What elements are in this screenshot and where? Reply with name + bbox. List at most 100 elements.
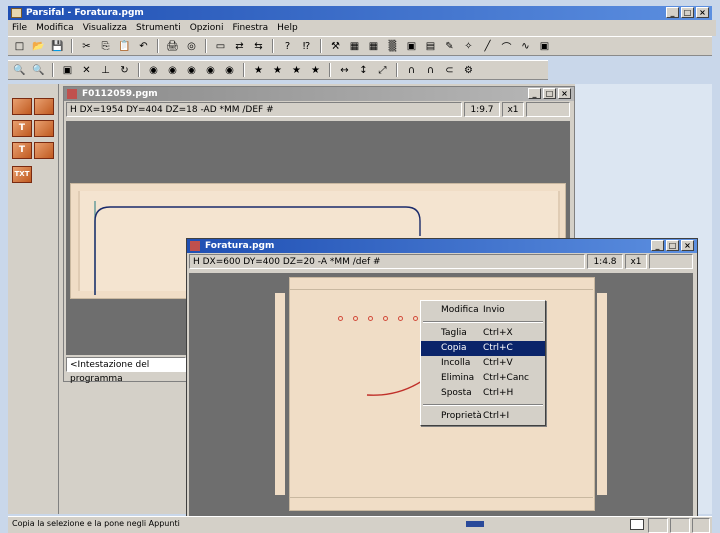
window2-zoom: x1	[625, 254, 647, 269]
menu-file[interactable]: File	[12, 20, 27, 36]
close-button[interactable]: ×	[696, 7, 709, 18]
status-panel	[648, 518, 668, 533]
menu-visualizza[interactable]: Visualizza	[83, 20, 127, 36]
tool-thread-icon[interactable]: T	[12, 142, 32, 159]
help-icon[interactable]: ?	[280, 39, 295, 53]
mirror-x-icon[interactable]: ↔	[337, 63, 352, 77]
new-icon[interactable]: □	[12, 39, 27, 53]
context-item-incolla[interactable]: Incolla Ctrl+V	[421, 356, 545, 371]
mill2-icon[interactable]: ★	[270, 63, 285, 77]
window2-maximize-button[interactable]: □	[666, 240, 679, 251]
window2-minimize-button[interactable]: _	[651, 240, 664, 251]
toolbar-separator	[396, 63, 398, 77]
window2-header-field[interactable]: H DX=600 DY=400 DZ=20 -A *MM /def #	[189, 254, 585, 269]
context-item-taglia[interactable]: Taglia Ctrl+X	[421, 326, 545, 341]
menu-help[interactable]: Help	[277, 20, 298, 36]
hole5-icon[interactable]: ◉	[222, 63, 237, 77]
context-item-sposta[interactable]: Sposta Ctrl+H	[421, 386, 545, 401]
mirror-xy-icon[interactable]: ⤢	[375, 63, 390, 77]
whatsthis-icon[interactable]: ⁉	[299, 39, 314, 53]
window1-titlebar[interactable]: F0112059.pgm _ □ ×	[64, 87, 574, 101]
context-item-copia[interactable]: Copia Ctrl+C	[421, 341, 545, 356]
open-icon[interactable]: 📂	[31, 39, 46, 53]
menu-finestra[interactable]: Finestra	[232, 20, 268, 36]
context-item-elimina[interactable]: Elimina Ctrl+Canc	[421, 371, 545, 386]
menu-opzioni[interactable]: Opzioni	[190, 20, 224, 36]
maximize-button[interactable]: □	[681, 7, 694, 18]
tool-text-icon[interactable]: TXT	[12, 166, 32, 183]
code-icon[interactable]: ⚙	[461, 63, 476, 77]
arc-icon[interactable]: ⌒	[499, 39, 514, 54]
zoom-out-icon[interactable]: 🔍	[31, 63, 46, 77]
tool-tap-icon[interactable]: T	[12, 120, 32, 137]
tool-drill-top-icon[interactable]	[12, 98, 32, 115]
measure-icon[interactable]: ▦	[347, 39, 362, 53]
print-icon[interactable]: 🖨	[165, 39, 180, 53]
arc-b-icon[interactable]: ∩	[423, 63, 438, 77]
window2-titlebar[interactable]: Foratura.pgm _ □ ×	[187, 239, 697, 253]
shape-icon[interactable]: ✧	[461, 39, 476, 53]
zoom-in-icon[interactable]: 🔍	[12, 63, 27, 77]
grid-icon[interactable]: ▦	[366, 39, 381, 53]
page-icon[interactable]: ▤	[423, 39, 438, 53]
line-icon[interactable]: ╱	[480, 39, 495, 53]
window1-footer: <Intestazione del programma	[66, 357, 186, 384]
mill1-icon[interactable]: ★	[251, 63, 266, 77]
tool-drill-side-icon[interactable]	[34, 98, 54, 115]
standard-toolbar: □ 📂 💾 ✂ ⎘ 📋 ↶ 🖨 ◎ ▭ ⇄ ⇆? ⁉ ⚒ ▦ ▦ ▒ ▣ ▤ ✎ ✧ ╱ ⌒ ∿ ▣	[8, 36, 712, 56]
transfer2-icon[interactable]: ⇆	[251, 39, 266, 53]
menu-bar: File Modifica Visualizza Strumenti Opzio…	[8, 20, 716, 36]
window1-maximize-button[interactable]: □	[543, 88, 556, 99]
menu-separator	[423, 321, 543, 323]
disk-icon[interactable]: ▣	[404, 39, 419, 53]
hole3-icon[interactable]: ◉	[184, 63, 199, 77]
menu-modifica[interactable]: Modifica	[36, 20, 74, 36]
rotate-icon[interactable]: ↻	[117, 63, 132, 77]
paste-icon[interactable]: 📋	[117, 39, 132, 53]
curve-icon[interactable]: ∿	[518, 39, 533, 53]
mill4-icon[interactable]: ★	[308, 63, 323, 77]
toolbar-separator	[52, 63, 54, 77]
select-icon[interactable]: ▣	[60, 63, 75, 77]
drill-icon[interactable]: ▣	[537, 39, 552, 53]
pencil-icon[interactable]: ✎	[442, 39, 457, 53]
context-item-proprieta[interactable]: Proprietà Ctrl+I	[421, 409, 545, 424]
save-icon[interactable]: 💾	[50, 39, 65, 53]
status-panel	[692, 518, 710, 533]
cross-icon[interactable]: ✕	[79, 63, 94, 77]
axis-icon[interactable]: ⊥	[98, 63, 113, 77]
window1-header-field[interactable]: H DX=1954 DY=404 DZ=18 -AD *MM /DEF #	[66, 102, 462, 117]
cut-icon[interactable]: ✂	[79, 39, 94, 53]
hole2-icon[interactable]: ◉	[165, 63, 180, 77]
window1-title: F0112059.pgm	[82, 89, 158, 99]
preview-icon[interactable]: ◎	[184, 39, 199, 53]
transfer-icon[interactable]: ⇄	[232, 39, 247, 53]
tool-counter-icon[interactable]	[34, 120, 54, 137]
toolbar-separator	[329, 63, 331, 77]
cad-toolbar: 🔍 🔍 ▣ ✕ ⊥ ↻ ◉ ◉ ◉ ◉ ◉ ★ ★ ★ ★ ↔ ↕ ⤢ ∩ ∩ ⊂ ⚙	[8, 60, 548, 80]
mill3-icon[interactable]: ★	[289, 63, 304, 77]
context-item-modifica[interactable]: Modifica Invio	[421, 303, 545, 318]
arc-c-icon[interactable]: ⊂	[442, 63, 457, 77]
tool-icon[interactable]: ⚒	[328, 39, 343, 53]
mirror-y-icon[interactable]: ↕	[356, 63, 371, 77]
window2-close-button[interactable]: ×	[681, 240, 694, 251]
hole1-icon[interactable]: ◉	[146, 63, 161, 77]
context-menu: Modifica Invio Taglia Ctrl+X Copia Ctrl+C I…	[420, 300, 546, 426]
keyboard-icon	[630, 519, 644, 530]
window1-minimize-button[interactable]: _	[528, 88, 541, 99]
document-icon	[190, 241, 200, 251]
window1-zoom: x1	[502, 102, 524, 117]
layers-icon[interactable]: ▒	[385, 39, 400, 53]
arc-a-icon[interactable]: ∩	[404, 63, 419, 77]
copy-icon[interactable]: ⎘	[98, 39, 113, 53]
hole4-icon[interactable]: ◉	[203, 63, 218, 77]
undo-icon[interactable]: ↶	[136, 39, 151, 53]
toolbar-separator	[272, 39, 274, 53]
tool-check-icon[interactable]	[34, 142, 54, 159]
window1-close-button[interactable]: ×	[558, 88, 571, 99]
menu-strumenti[interactable]: Strumenti	[136, 20, 181, 36]
monitor-icon[interactable]: ▭	[213, 39, 228, 53]
app-titlebar[interactable]: Parsifal - Foratura.pgm _ □ ×	[8, 6, 712, 20]
minimize-button[interactable]: _	[666, 7, 679, 18]
